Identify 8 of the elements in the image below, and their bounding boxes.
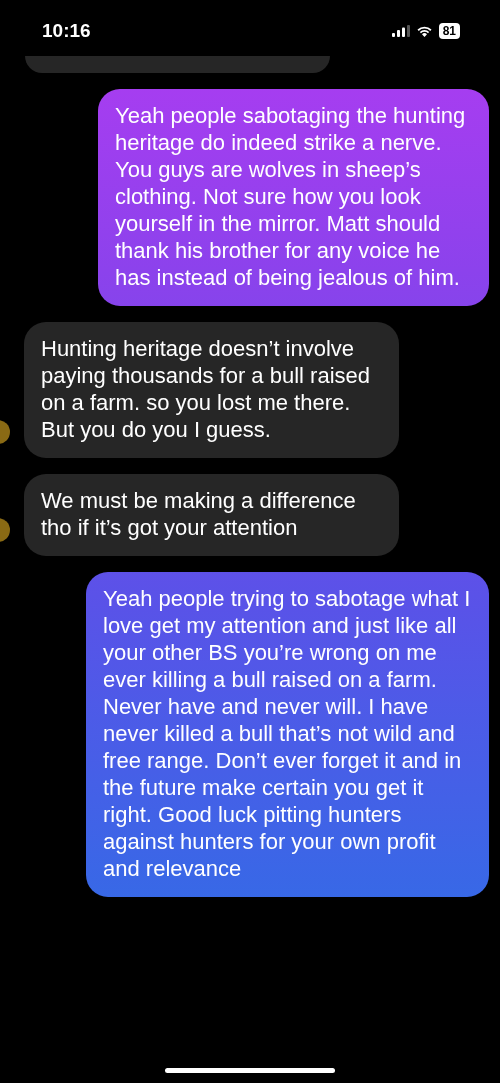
status-time: 10:16	[42, 20, 91, 42]
signal-icon	[391, 25, 410, 37]
received-message: Hunting heritage doesn’t involve paying thousands for a bull raised on a farm. so you lost me there. But you do you I guess.	[24, 322, 399, 458]
battery-level: 81	[438, 23, 460, 39]
sent-message: Yeah people sabotaging the hunting heritage do indeed strike a nerve. You guys are wolves in sheep’s clothing. Not sure how you look yourself in the mirror. Matt should thank his brother for any voice he has instead of being jealous of him.	[98, 89, 489, 306]
sent-message: Yeah people trying to sabotage what I love get my attention and just like all your other BS you’re wrong on me ever killing a bull raised on a farm. Never have and never will. I have never killed a bull that’s not wild and free range. Don’t ever forget it and in the future make certain you get it right. Good luck pitting hunters against hunters for your own profit and relevance	[86, 572, 489, 897]
wifi-icon	[415, 25, 433, 37]
received-message: We must be making a difference tho if it’s got your attention	[24, 474, 399, 556]
